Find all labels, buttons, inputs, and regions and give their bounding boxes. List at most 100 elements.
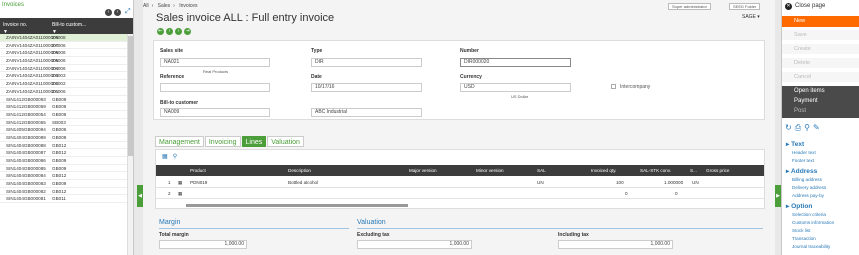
col-billto[interactable]: Bill-to custom... bbox=[52, 22, 86, 28]
billto-field[interactable]: NA009 bbox=[160, 108, 270, 117]
tab-lines[interactable]: Lines bbox=[241, 136, 267, 147]
sales-site-field[interactable]: NA021 bbox=[160, 58, 270, 67]
close-icon[interactable]: ✕ bbox=[785, 3, 792, 10]
table-row[interactable]: 2 ▦ 0 0 bbox=[156, 188, 764, 199]
list-item[interactable]: SIN1412GB000055 SB003 bbox=[0, 119, 127, 127]
list-item[interactable]: SIN1412GB000093 GB009 bbox=[0, 96, 127, 104]
last-record-icon[interactable]: ⇥ bbox=[184, 28, 191, 35]
next-page-icon[interactable]: › bbox=[114, 9, 121, 16]
next-record-icon[interactable]: › bbox=[175, 28, 182, 35]
col-header[interactable]: Gross price bbox=[706, 168, 730, 173]
cancel-button[interactable]: Cancel bbox=[782, 72, 859, 83]
col-invoice-no[interactable]: Invoice no. bbox=[3, 22, 27, 28]
list-item[interactable]: SIN1404GB000082 GB012 bbox=[0, 188, 127, 196]
type-label: Type bbox=[311, 48, 323, 54]
transaction-link[interactable]: Transaction bbox=[792, 236, 816, 241]
col-header[interactable]: Invoiced qty. bbox=[591, 168, 616, 173]
stock-list-link[interactable]: Stock list bbox=[792, 228, 810, 233]
list-item[interactable]: SIN1412GB000059 GB006 bbox=[0, 103, 127, 111]
col-header[interactable]: SAL bbox=[537, 168, 546, 173]
list-item[interactable]: SIN1404GB000084 GB012 bbox=[0, 172, 127, 181]
intercompany-checkbox[interactable] bbox=[611, 84, 616, 89]
breadcrumb-item[interactable]: Sales bbox=[158, 3, 171, 9]
delete-button[interactable]: Delete bbox=[782, 58, 859, 69]
breadcrumb-item[interactable]: Invoices bbox=[179, 3, 197, 9]
list-item[interactable]: SIN1404GB000088 GB012 bbox=[0, 142, 127, 150]
list-item[interactable]: SIN1405GB000094 GB006 bbox=[0, 126, 127, 134]
grid-scrollbar[interactable] bbox=[186, 204, 408, 207]
option-section-title: ▸ Option bbox=[786, 203, 813, 210]
col-header[interactable]: Minor version bbox=[476, 168, 504, 173]
attachment-icon[interactable]: ⚲ bbox=[804, 123, 813, 132]
new-button[interactable]: New bbox=[782, 16, 859, 27]
col-header[interactable]: Description bbox=[288, 168, 311, 173]
customs-info-link[interactable]: Customs information bbox=[792, 220, 834, 225]
list-item[interactable]: SIN1404GB000086 GB009 bbox=[0, 157, 127, 165]
invoice-list: ZAINV1404ZA011000008 ZA008 ZAINV1404ZA0110… bbox=[0, 34, 127, 204]
first-record-icon[interactable]: ⇤ bbox=[157, 28, 164, 35]
billing-address-link[interactable]: Billing address bbox=[792, 177, 822, 182]
col-header[interactable]: S... bbox=[690, 168, 697, 173]
print-icon[interactable]: ⎙ bbox=[795, 123, 804, 132]
folder-button[interactable]: SEED Folder bbox=[729, 3, 761, 10]
previous-record-icon[interactable]: ‹ bbox=[166, 28, 173, 35]
list-item[interactable]: ZAINV1404ZA011000003 ZA003 bbox=[0, 72, 127, 81]
col-header[interactable]: Product bbox=[190, 168, 206, 173]
create-button[interactable]: Create bbox=[782, 44, 859, 55]
footer-text-link[interactable]: Footer text bbox=[792, 158, 814, 163]
expand-icon[interactable]: ⤢ bbox=[125, 8, 132, 15]
list-item[interactable]: SIN1404GB000087 GB012 bbox=[0, 149, 127, 157]
incl-tax-field: 1,000.00 bbox=[558, 240, 673, 249]
incl-tax-label: Including tax bbox=[558, 232, 589, 238]
intercompany-label: Intercompany bbox=[620, 84, 651, 90]
close-page-link[interactable]: Close page bbox=[795, 3, 825, 9]
list-item[interactable]: ZAINV1404ZA011000005 ZA006 bbox=[0, 57, 127, 65]
previous-page-icon[interactable]: ‹ bbox=[105, 9, 112, 16]
panel-title: Invoices bbox=[2, 2, 25, 8]
list-item[interactable]: SIN1404GB000089 GB009 bbox=[0, 134, 127, 142]
tab-management[interactable]: Management bbox=[155, 136, 204, 147]
list-item[interactable]: ZAINV1404ZA011000007 ZA006 bbox=[0, 42, 127, 50]
user-button[interactable]: Super administrator bbox=[668, 3, 711, 10]
date-field[interactable]: 10/17/16 bbox=[311, 83, 422, 92]
save-button[interactable]: Save bbox=[782, 30, 859, 41]
selection-criteria-link[interactable]: Selection criteria bbox=[792, 212, 826, 217]
list-scrollbar[interactable] bbox=[127, 34, 133, 255]
list-item[interactable]: SIN1412GB000054 GB006 bbox=[0, 111, 127, 119]
grid-view-icon[interactable]: ▦ bbox=[162, 154, 168, 160]
breadcrumb-item[interactable]: All bbox=[143, 3, 149, 9]
sales-site-label: Sales site bbox=[160, 48, 184, 54]
list-item[interactable]: ZAINV1404ZA011000002 ZA002 bbox=[0, 80, 127, 88]
open-items-button[interactable]: Open items bbox=[794, 88, 825, 94]
list-header: Invoice no. Bill-to custom... ▼ ▼ bbox=[0, 18, 133, 35]
table-row[interactable]: 1 ▦ PDN019 Bottled alcohol UN 100 1.0000… bbox=[156, 177, 764, 188]
tab-invoicing[interactable]: Invoicing bbox=[204, 136, 241, 147]
list-item[interactable]: SIN1404GB000083 GB009 bbox=[0, 180, 127, 188]
col-header[interactable]: SAL-STK conv. bbox=[640, 168, 671, 173]
type-field[interactable]: DIR bbox=[311, 58, 422, 67]
comment-icon[interactable]: ✎ bbox=[813, 123, 823, 132]
search-icon[interactable]: ⚲ bbox=[173, 154, 177, 160]
reference-field[interactable] bbox=[160, 83, 270, 92]
list-item[interactable]: SIN1404GB000081 GB011 bbox=[0, 195, 127, 204]
header-text-link[interactable]: Header text bbox=[792, 150, 816, 155]
list-item[interactable]: ZAINV1404ZA011000008 ZA008 bbox=[0, 34, 127, 42]
journal-traceability-link[interactable]: Journal traceability bbox=[792, 244, 830, 249]
tab-valuation[interactable]: Valuation bbox=[267, 136, 304, 147]
delivery-address-link[interactable]: Delivery address bbox=[792, 185, 826, 190]
number-field[interactable]: DIR000020 bbox=[460, 58, 571, 67]
page-title: Sales invoice ALL : Full entry invoice bbox=[156, 12, 335, 24]
post-button[interactable]: Post bbox=[794, 108, 806, 114]
list-item[interactable]: ZAINV1404ZA011000001 ZA006 bbox=[0, 88, 127, 96]
payment-button[interactable]: Payment bbox=[794, 98, 818, 104]
number-label: Number bbox=[460, 48, 479, 54]
col-header[interactable]: Major version bbox=[409, 168, 437, 173]
currency-field[interactable]: USD bbox=[460, 83, 571, 92]
list-item[interactable]: ZAINV1404ZA011000004 ZA006 bbox=[0, 65, 127, 73]
address-payby-link[interactable]: Address pay-by bbox=[792, 193, 824, 198]
list-item[interactable]: ZAINV1404ZA011000006 ZA006 bbox=[0, 49, 127, 58]
list-item[interactable]: SIN1404GB000085 GB009 bbox=[0, 165, 127, 173]
company-selector[interactable]: SAGE ▾ bbox=[742, 14, 760, 20]
refresh-icon[interactable]: ↻ bbox=[785, 123, 795, 132]
grid-header: Product Description Major version Minor … bbox=[156, 165, 764, 176]
